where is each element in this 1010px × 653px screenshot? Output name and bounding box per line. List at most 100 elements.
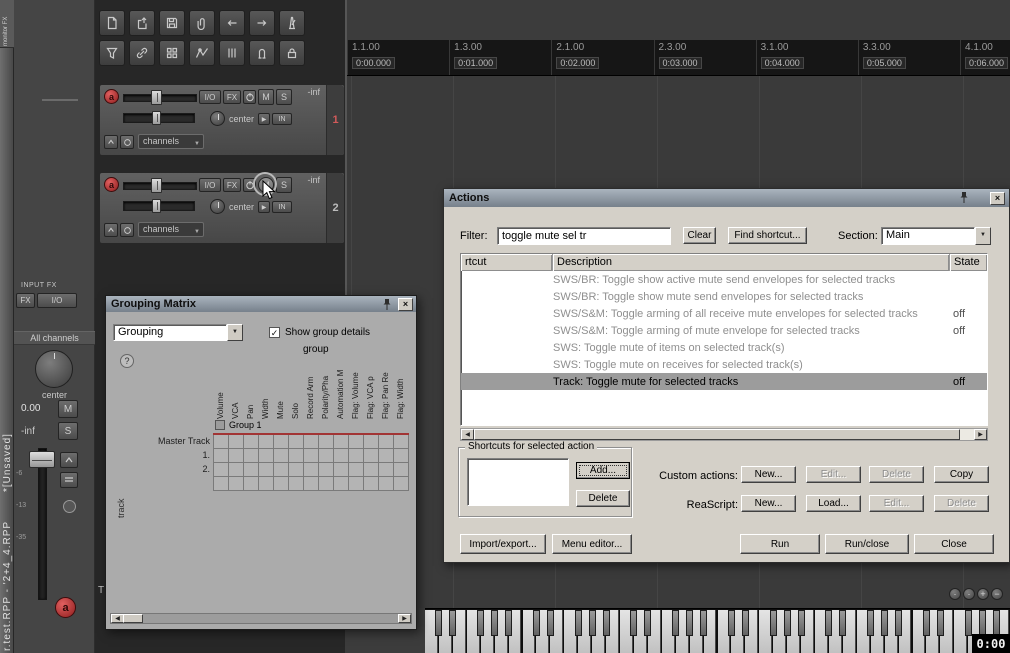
grouping-titlebar[interactable]: Grouping Matrix × [106, 296, 416, 312]
grouping-cell[interactable] [364, 463, 379, 477]
section-dropdown[interactable]: Main ▼ [881, 227, 991, 245]
grid-squares-icon[interactable] [159, 40, 185, 66]
grouping-cell[interactable] [229, 463, 244, 477]
grouping-cell[interactable] [274, 435, 289, 449]
master-pan-knob[interactable] [35, 350, 73, 388]
track1-envelope-button[interactable] [104, 135, 118, 149]
grouping-cell[interactable] [349, 435, 364, 449]
track-panel-1[interactable]: a I/O FX M S -inf center ▶ IN channels ▼ … [99, 84, 345, 156]
grouping-cell[interactable] [229, 477, 244, 491]
new-document-icon[interactable] [99, 10, 125, 36]
grouping-cell[interactable] [214, 435, 229, 449]
grouping-cell[interactable] [244, 477, 259, 491]
piano-black-key[interactable] [992, 610, 1000, 636]
piano-black-key[interactable] [895, 610, 903, 636]
piano-black-key[interactable] [574, 610, 582, 636]
track2-volume-handle[interactable] [151, 178, 162, 193]
grouping-cell[interactable] [259, 463, 274, 477]
timeline-ruler[interactable]: 1.1.00 0:00.000 1.3.00 0:01.000 2.1.00 0:02.0… [347, 40, 1010, 76]
track1-input-button[interactable]: IN [272, 113, 292, 125]
action-row[interactable]: SWS: Toggle mute of items on selected tr… [461, 339, 987, 356]
track1-number-strip[interactable]: 1 [326, 85, 344, 155]
grouping-cell[interactable] [304, 463, 319, 477]
track2-phase-button[interactable] [120, 223, 134, 237]
group1-checkbox[interactable] [215, 420, 225, 430]
grouping-cell[interactable] [364, 449, 379, 463]
magnet-icon[interactable] [249, 40, 275, 66]
grouping-cell[interactable] [379, 463, 394, 477]
run-close-button[interactable]: Run/close [825, 534, 909, 554]
grouping-cell[interactable] [394, 463, 409, 477]
track1-solo-button[interactable]: S [276, 89, 292, 105]
track2-number-strip[interactable]: 2 [326, 173, 344, 243]
piano-black-key[interactable] [936, 610, 944, 636]
snap-lines-icon[interactable] [219, 40, 245, 66]
close-button[interactable]: Close [914, 534, 994, 554]
grouping-cell[interactable] [214, 449, 229, 463]
grouping-cell[interactable] [304, 435, 319, 449]
grouping-cell[interactable] [244, 435, 259, 449]
metronome-icon[interactable] [279, 10, 305, 36]
piano-black-key[interactable] [700, 610, 708, 636]
timeline-marker[interactable]: 1.1.00 0:00.000 [347, 40, 396, 75]
piano-black-key[interactable] [686, 610, 694, 636]
timeline-marker[interactable]: 3.1.00 0:04.000 [755, 40, 804, 75]
scrollbar-thumb[interactable] [123, 614, 143, 623]
timeline-marker[interactable]: 4.1.00 0:06.000 [960, 40, 1009, 75]
grouping-cell[interactable] [319, 435, 334, 449]
track1-fx-button[interactable]: FX [223, 90, 241, 104]
scroll-dot-icon[interactable]: · [949, 588, 961, 600]
help-button[interactable]: ? [120, 354, 134, 368]
piano-black-key[interactable] [825, 610, 833, 636]
track2-input-button[interactable]: IN [272, 201, 292, 213]
menu-editor-button[interactable]: Menu editor... [552, 534, 632, 554]
piano-black-key[interactable] [881, 610, 889, 636]
actions-titlebar[interactable]: Actions × [444, 189, 1009, 207]
paperclip-icon[interactable] [189, 10, 215, 36]
grouping-cell[interactable] [289, 449, 304, 463]
action-row[interactable]: SWS: Toggle mute on receives for selecte… [461, 356, 987, 373]
piano-black-key[interactable] [672, 610, 680, 636]
grouping-cell[interactable] [379, 435, 394, 449]
reascript-new-button[interactable]: New... [741, 495, 796, 512]
grouping-cell[interactable] [259, 449, 274, 463]
grouping-cell[interactable] [289, 435, 304, 449]
filter-funnel-icon[interactable] [99, 40, 125, 66]
padlock-icon[interactable] [279, 40, 305, 66]
pin-icon[interactable] [959, 191, 969, 204]
action-row[interactable]: SWS/BR: Toggle show active mute send env… [461, 271, 987, 288]
track2-fx-button[interactable]: FX [223, 178, 241, 192]
action-row[interactable]: SWS/S&M: Toggle arming of all receive mu… [461, 305, 987, 322]
piano-black-key[interactable] [588, 610, 596, 636]
piano-black-key[interactable] [602, 610, 610, 636]
piano-black-key[interactable] [797, 610, 805, 636]
piano-black-key[interactable] [546, 610, 554, 636]
action-row[interactable]: Track: Toggle mute for selected tracks of… [461, 373, 987, 390]
master-envelope-button[interactable] [60, 452, 78, 468]
grouping-cell[interactable] [364, 435, 379, 449]
timeline-marker[interactable]: 2.1.00 0:02.000 [551, 40, 600, 75]
run-button[interactable]: Run [740, 534, 820, 554]
piano-black-key[interactable] [978, 610, 986, 636]
actions-hscrollbar[interactable]: ◀ ▶ [460, 428, 988, 441]
piano-black-key[interactable] [922, 610, 930, 636]
master-fx-button[interactable]: FX [16, 293, 35, 308]
timeline-marker[interactable]: 3.3.00 0:05.000 [857, 40, 906, 75]
open-document-icon[interactable] [129, 10, 155, 36]
vertical-titlebar[interactable]: monitor FX *[Unsaved] r.test.RPP - '2+4_… [0, 0, 14, 653]
envelope-wave-icon[interactable] [189, 40, 215, 66]
piano-black-key[interactable] [505, 610, 513, 636]
grouping-cell[interactable] [274, 463, 289, 477]
master-io-button[interactable]: I/O [37, 293, 77, 308]
track1-io-button[interactable]: I/O [199, 90, 221, 104]
grouping-cell[interactable] [394, 477, 409, 491]
grouping-cell[interactable] [319, 449, 334, 463]
scrollbar-thumb[interactable] [474, 429, 960, 440]
master-recarm-button[interactable]: a [55, 597, 76, 618]
piano-black-key[interactable] [644, 610, 652, 636]
piano-black-key[interactable] [435, 610, 443, 636]
grouping-cell[interactable] [244, 449, 259, 463]
reascript-load-button[interactable]: Load... [806, 495, 861, 512]
piano-black-key[interactable] [449, 610, 457, 636]
master-mute-button[interactable]: M [58, 400, 78, 418]
